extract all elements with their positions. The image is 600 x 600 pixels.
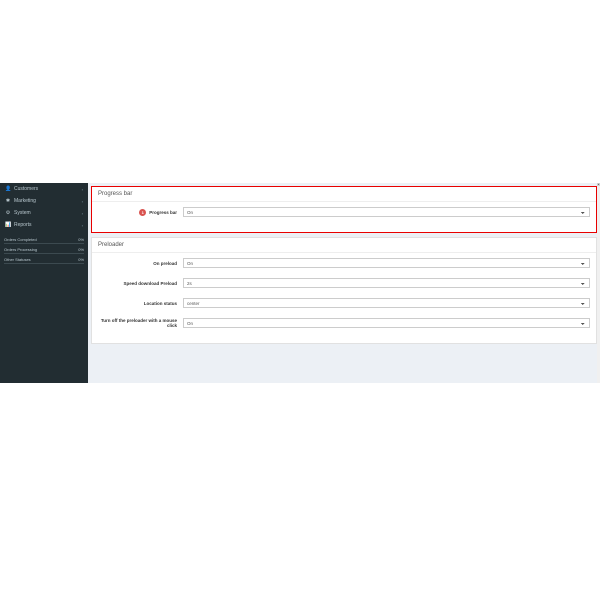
chevron-right-icon: › xyxy=(82,187,83,192)
stat-label: Orders Processing xyxy=(4,247,37,252)
speed-select[interactable]: 2s xyxy=(183,278,590,288)
form-row-on-preload: On preload On xyxy=(98,258,590,268)
stat-orders-processing: Orders Processing 0% xyxy=(4,247,84,254)
sidebar: 👤 Customers › ✱ Marketing › ⚙ System › 📊… xyxy=(0,183,88,383)
chevron-right-icon: › xyxy=(82,199,83,204)
stat-value: 0% xyxy=(78,257,84,262)
sidebar-item-label: Marketing xyxy=(14,198,82,204)
stat-value: 0% xyxy=(78,247,84,252)
panel-preloader: Preloader On preload On Speed download P… xyxy=(91,237,597,344)
field-label: Turn off the preloader with a mouse clic… xyxy=(98,318,183,328)
main-content: Progress bar 1 Progress bar On Preloader… xyxy=(88,183,600,383)
turnoff-select[interactable]: On xyxy=(183,318,590,328)
stat-label: Orders Completed xyxy=(4,237,37,242)
field-label: Location status xyxy=(98,301,183,306)
chevron-right-icon: › xyxy=(82,223,83,228)
share-icon: ✱ xyxy=(5,198,11,204)
chevron-right-icon: › xyxy=(82,211,83,216)
sidebar-stats: Orders Completed 0% Orders Processing 0% O… xyxy=(0,237,88,267)
form-row-speed: Speed download Preload 2s xyxy=(98,278,590,288)
progress-bar xyxy=(4,263,84,264)
field-label: 1 Progress bar xyxy=(98,209,183,216)
stat-orders-completed: Orders Completed 0% xyxy=(4,237,84,244)
gear-icon: ⚙ xyxy=(5,210,11,216)
form-row-location: Location status center xyxy=(98,298,590,308)
stat-value: 0% xyxy=(78,237,84,242)
sidebar-item-customers[interactable]: 👤 Customers › xyxy=(0,183,88,195)
panel-title: Progress bar xyxy=(92,187,596,202)
sidebar-item-marketing[interactable]: ✱ Marketing › xyxy=(0,195,88,207)
on-preload-select[interactable]: On xyxy=(183,258,590,268)
chart-icon: 📊 xyxy=(5,222,11,228)
sidebar-item-system[interactable]: ⚙ System › xyxy=(0,207,88,219)
field-label: Speed download Preload xyxy=(98,281,183,286)
location-select[interactable]: center xyxy=(183,298,590,308)
form-row-progress-bar: 1 Progress bar On xyxy=(98,207,590,217)
sidebar-item-label: System xyxy=(14,210,82,216)
panel-progress-bar: Progress bar 1 Progress bar On xyxy=(91,186,597,233)
user-icon: 👤 xyxy=(5,186,11,192)
progress-bar xyxy=(4,243,84,244)
panel-title: Preloader xyxy=(92,238,596,253)
progress-bar xyxy=(4,253,84,254)
form-row-turnoff: Turn off the preloader with a mouse clic… xyxy=(98,318,590,328)
stat-other-statuses: Other Statuses 0% xyxy=(4,257,84,264)
progress-bar-select[interactable]: On xyxy=(183,207,590,217)
sidebar-item-reports[interactable]: 📊 Reports › xyxy=(0,219,88,231)
step-marker-icon: 1 xyxy=(139,209,146,216)
label-text: Progress bar xyxy=(149,210,177,215)
stat-label: Other Statuses xyxy=(4,257,31,262)
sidebar-item-label: Reports xyxy=(14,222,82,228)
sidebar-item-label: Customers xyxy=(14,186,82,192)
field-label: On preload xyxy=(98,261,183,266)
